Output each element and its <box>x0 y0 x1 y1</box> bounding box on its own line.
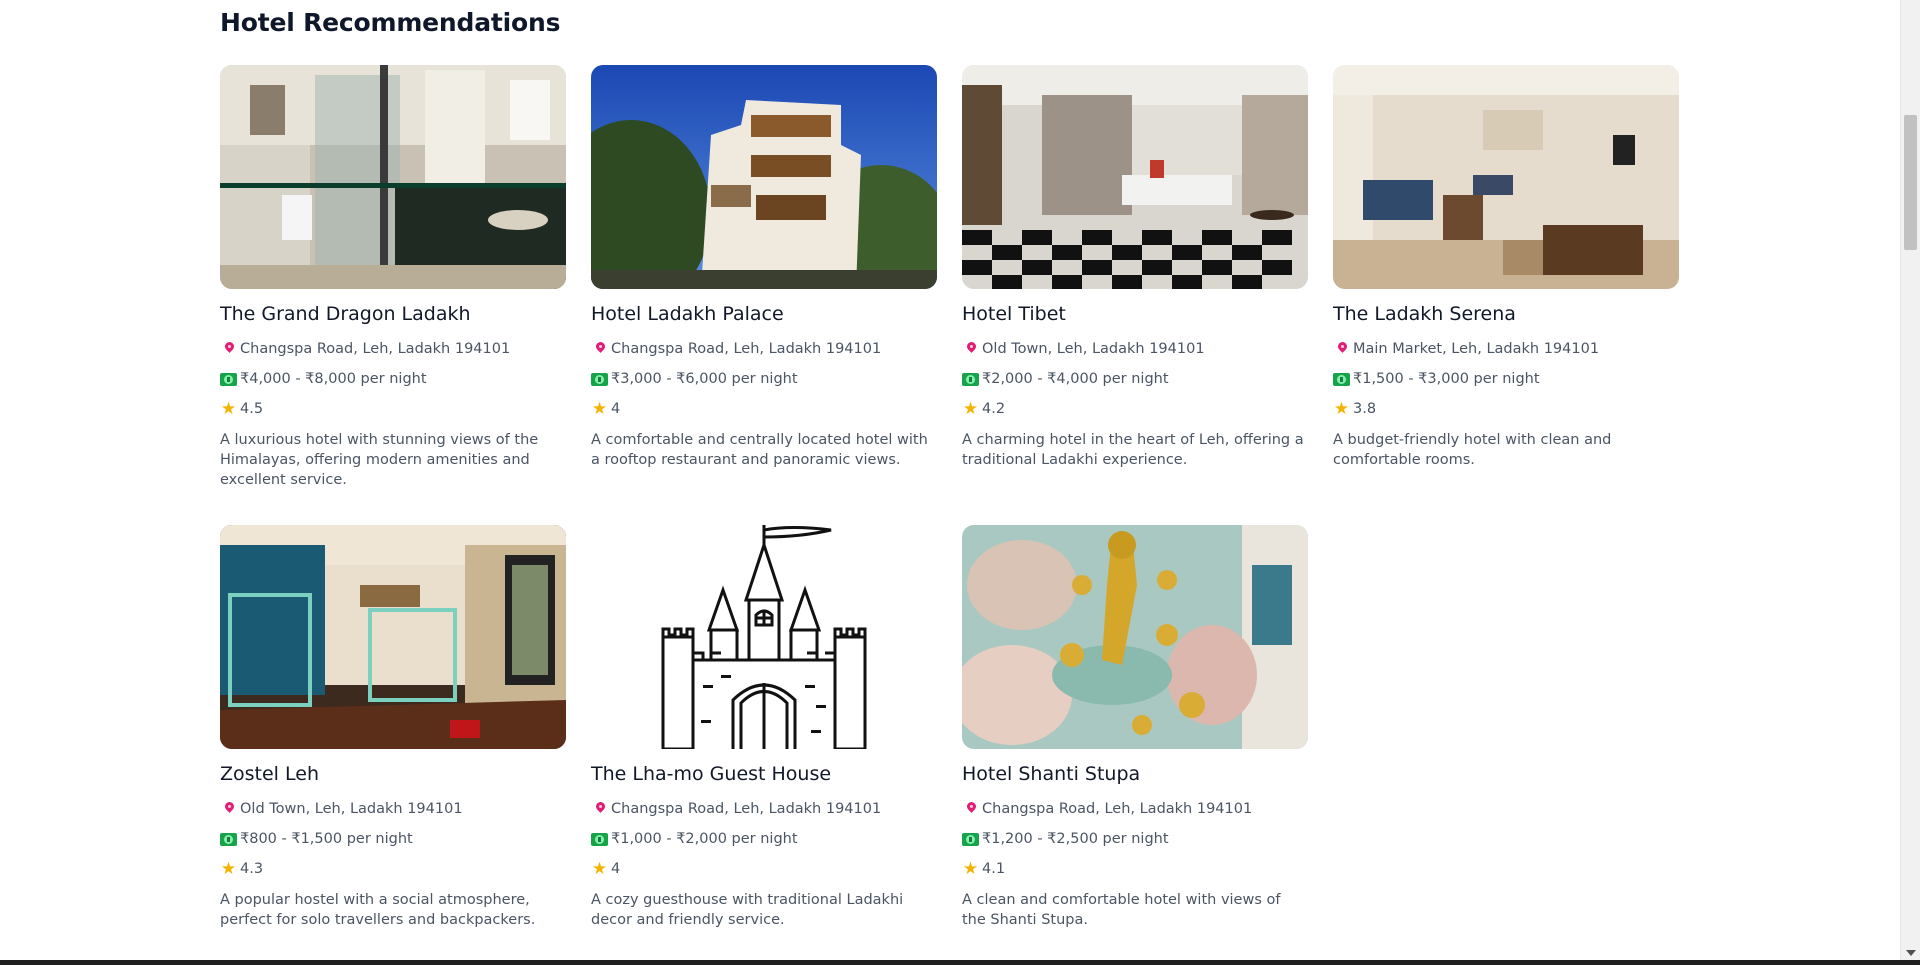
scrollbar-thumb[interactable] <box>1904 115 1917 250</box>
hotel-address: Changspa Road, Leh, Ladakh 194101 <box>962 799 1308 819</box>
hotel-rating-text: 4 <box>611 401 621 417</box>
hotel-rating-text: 3.8 <box>1353 401 1377 417</box>
hotel-rating: ★ 4.2 <box>962 399 1308 419</box>
window-bottom-edge <box>0 960 1920 965</box>
hotel-card[interactable]: Hotel Tibet Old Town, Leh, Ladakh 194101… <box>962 65 1308 497</box>
star-icon: ★ <box>962 858 979 879</box>
hotel-name[interactable]: Hotel Tibet <box>962 303 1308 329</box>
hotel-address: Old Town, Leh, Ladakh 194101 <box>962 339 1308 359</box>
page: Hotel Recommendations The Grand Dragon L… <box>0 0 1900 960</box>
hotel-address: Main Market, Leh, Ladakh 194101 <box>1333 339 1679 359</box>
hotel-address-text: Changspa Road, Leh, Ladakh 194101 <box>611 801 882 817</box>
hotel-photo[interactable] <box>1333 65 1679 289</box>
hotel-address-text: Main Market, Leh, Ladakh 194101 <box>1353 341 1600 357</box>
hotel-card[interactable]: Hotel Shanti Stupa Changspa Road, Leh, L… <box>962 525 1308 957</box>
hotel-address: Changspa Road, Leh, Ladakh 194101 <box>220 339 566 359</box>
hotel-price: ₹3,000 - ₹6,000 per night <box>591 369 937 389</box>
hotel-price-text: ₹800 - ₹1,500 per night <box>240 831 413 847</box>
hotel-photo[interactable] <box>962 65 1308 289</box>
hotel-address: Changspa Road, Leh, Ladakh 194101 <box>591 339 937 359</box>
location-pin-icon <box>220 341 237 358</box>
hotel-price-text: ₹1,500 - ₹3,000 per night <box>1353 371 1540 387</box>
hotel-photo[interactable] <box>962 525 1308 749</box>
hotel-photo[interactable] <box>591 525 937 749</box>
star-icon: ★ <box>591 398 608 419</box>
hotel-price: ₹1,200 - ₹2,500 per night <box>962 829 1308 849</box>
hotel-rating: ★ 4.3 <box>220 859 566 879</box>
hotel-address-text: Changspa Road, Leh, Ladakh 194101 <box>240 341 511 357</box>
money-icon <box>591 373 608 386</box>
hotel-price-text: ₹3,000 - ₹6,000 per night <box>611 371 798 387</box>
hotel-card[interactable]: Hotel Ladakh Palace Changspa Road, Leh, … <box>591 65 937 497</box>
hotel-address-text: Changspa Road, Leh, Ladakh 194101 <box>611 341 882 357</box>
location-pin-icon <box>591 801 608 818</box>
hotel-name[interactable]: Hotel Shanti Stupa <box>962 763 1308 789</box>
hotel-price-text: ₹2,000 - ₹4,000 per night <box>982 371 1169 387</box>
money-icon <box>1333 373 1350 386</box>
hotel-name[interactable]: Hotel Ladakh Palace <box>591 303 937 329</box>
location-pin-icon <box>1333 341 1350 358</box>
hotel-description: A charming hotel in the heart of Leh, of… <box>962 432 1304 468</box>
hotel-rating: ★ 4.5 <box>220 399 566 419</box>
star-icon: ★ <box>220 858 237 879</box>
hotel-grid: The Grand Dragon Ladakh Changspa Road, L… <box>220 65 1679 957</box>
star-icon: ★ <box>1333 398 1350 419</box>
hotel-card[interactable]: The Ladakh Serena Main Market, Leh, Lada… <box>1333 65 1679 497</box>
hotel-description: A cozy guesthouse with traditional Ladak… <box>591 892 904 928</box>
vertical-scrollbar[interactable] <box>1900 0 1920 960</box>
money-icon <box>962 373 979 386</box>
money-icon <box>962 833 979 846</box>
hotel-price: ₹4,000 - ₹8,000 per night <box>220 369 566 389</box>
hotel-rating: ★ 4 <box>591 399 937 419</box>
location-pin-icon <box>591 341 608 358</box>
hotel-price: ₹800 - ₹1,500 per night <box>220 829 566 849</box>
hotel-description: A popular hostel with a social atmospher… <box>220 892 536 928</box>
hotel-price-text: ₹1,000 - ₹2,000 per night <box>611 831 798 847</box>
hotel-rating-text: 4 <box>611 861 621 877</box>
hotel-photo[interactable] <box>591 65 937 289</box>
money-icon <box>220 833 237 846</box>
location-pin-icon <box>962 341 979 358</box>
location-pin-icon <box>220 801 237 818</box>
hotel-card[interactable]: The Lha-mo Guest House Changspa Road, Le… <box>591 525 937 957</box>
hotel-rating: ★ 3.8 <box>1333 399 1679 419</box>
hotel-name[interactable]: Zostel Leh <box>220 763 566 789</box>
hotel-address: Old Town, Leh, Ladakh 194101 <box>220 799 566 819</box>
hotel-rating: ★ 4.1 <box>962 859 1308 879</box>
hotel-address-text: Old Town, Leh, Ladakh 194101 <box>240 801 463 817</box>
star-icon: ★ <box>962 398 979 419</box>
section-title: Hotel Recommendations <box>220 8 561 37</box>
hotel-description: A comfortable and centrally located hote… <box>591 432 928 468</box>
money-icon <box>220 373 237 386</box>
hotel-card[interactable]: The Grand Dragon Ladakh Changspa Road, L… <box>220 65 566 497</box>
hotel-description: A clean and comfortable hotel with views… <box>962 892 1281 928</box>
hotel-rating-text: 4.1 <box>982 861 1006 877</box>
star-icon: ★ <box>591 858 608 879</box>
location-pin-icon <box>962 801 979 818</box>
hotel-rating: ★ 4 <box>591 859 937 879</box>
hotel-rating-text: 4.3 <box>240 861 264 877</box>
hotel-photo[interactable] <box>220 65 566 289</box>
hotel-photo[interactable] <box>220 525 566 749</box>
hotel-rating-text: 4.5 <box>240 401 264 417</box>
scroll-down-arrow-icon[interactable] <box>1906 950 1916 956</box>
hotel-price: ₹1,500 - ₹3,000 per night <box>1333 369 1679 389</box>
hotel-price: ₹1,000 - ₹2,000 per night <box>591 829 937 849</box>
hotel-name[interactable]: The Grand Dragon Ladakh <box>220 303 566 329</box>
hotel-address-text: Old Town, Leh, Ladakh 194101 <box>982 341 1205 357</box>
hotel-description: A luxurious hotel with stunning views of… <box>220 432 539 488</box>
hotel-name[interactable]: The Ladakh Serena <box>1333 303 1679 329</box>
hotel-address-text: Changspa Road, Leh, Ladakh 194101 <box>982 801 1253 817</box>
hotel-price-text: ₹4,000 - ₹8,000 per night <box>240 371 427 387</box>
hotel-price-text: ₹1,200 - ₹2,500 per night <box>982 831 1169 847</box>
hotel-price: ₹2,000 - ₹4,000 per night <box>962 369 1308 389</box>
hotel-description: A budget-friendly hotel with clean and c… <box>1333 432 1612 468</box>
star-icon: ★ <box>220 398 237 419</box>
hotel-rating-text: 4.2 <box>982 401 1006 417</box>
money-icon <box>591 833 608 846</box>
hotel-card[interactable]: Zostel Leh Old Town, Leh, Ladakh 194101 … <box>220 525 566 957</box>
hotel-name[interactable]: The Lha-mo Guest House <box>591 763 937 789</box>
hotel-address: Changspa Road, Leh, Ladakh 194101 <box>591 799 937 819</box>
